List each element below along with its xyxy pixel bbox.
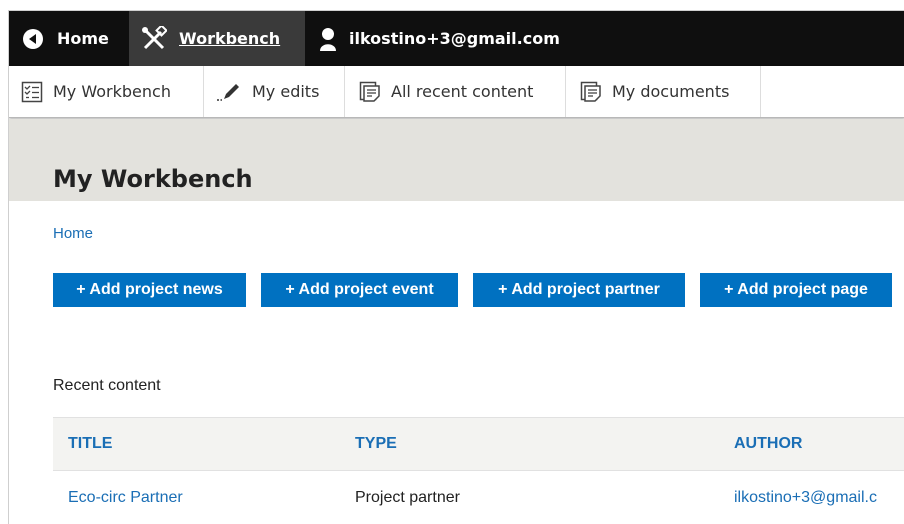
- add-project-partner-button[interactable]: + Add project partner: [473, 273, 685, 307]
- workbench-tray: My Workbench My edits All recent content: [9, 66, 904, 118]
- toolbar-workbench-label: Workbench: [179, 29, 281, 48]
- tray-item-label: My Workbench: [53, 82, 171, 101]
- row-title-link[interactable]: Eco-circ Partner: [68, 489, 183, 507]
- row-type: Project partner: [355, 489, 460, 506]
- tray-item-label: All recent content: [391, 82, 534, 101]
- table-header: TITLE TYPE AUTHOR: [53, 417, 904, 471]
- toolbar-user-label: ilkostino+3@gmail.com: [349, 29, 560, 48]
- breadcrumb-home-link[interactable]: Home: [53, 225, 93, 242]
- recent-content-table: TITLE TYPE AUTHOR Eco-circ Partner Proje…: [53, 417, 904, 524]
- tray-item-my-documents[interactable]: My documents: [566, 66, 761, 117]
- page-header: My Workbench: [9, 119, 904, 201]
- admin-toolbar: Home Workbench ilkostino+3@gmail.com: [9, 11, 904, 66]
- column-header-type[interactable]: TYPE: [355, 435, 397, 453]
- tray-item-label: My edits: [252, 82, 320, 101]
- tray-item-my-workbench[interactable]: My Workbench: [9, 66, 204, 117]
- checklist-icon: [21, 81, 43, 102]
- toolbar-home-label: Home: [57, 29, 109, 48]
- user-icon: [320, 27, 336, 51]
- add-project-event-button[interactable]: + Add project event: [261, 273, 458, 307]
- toolbar-workbench-tab[interactable]: Workbench: [129, 11, 305, 66]
- column-header-author[interactable]: AUTHOR: [734, 435, 802, 453]
- table-row: Eco-circ Partner Project partner ilkosti…: [53, 471, 904, 524]
- page-title: My Workbench: [53, 165, 253, 193]
- add-project-news-button[interactable]: + Add project news: [53, 273, 246, 307]
- add-project-page-button[interactable]: + Add project page: [700, 273, 892, 307]
- document-icon: [359, 81, 380, 102]
- tools-icon: [142, 25, 167, 49]
- pencil-icon: [217, 83, 239, 101]
- document-icon: [580, 81, 601, 102]
- column-header-title[interactable]: TITLE: [68, 435, 112, 453]
- tray-item-my-edits[interactable]: My edits: [204, 66, 345, 117]
- back-arrow-icon: [23, 28, 43, 49]
- browser-viewport: Home Workbench ilkostino+3@gmail.com My …: [8, 10, 904, 524]
- tray-item-all-recent-content[interactable]: All recent content: [345, 66, 566, 117]
- toolbar-user-menu[interactable]: ilkostino+3@gmail.com: [305, 11, 574, 66]
- toolbar-home-link[interactable]: Home: [9, 11, 129, 66]
- tray-item-label: My documents: [612, 82, 730, 101]
- row-author-link[interactable]: ilkostino+3@gmail.c: [734, 489, 877, 507]
- recent-content-heading: Recent content: [53, 377, 161, 394]
